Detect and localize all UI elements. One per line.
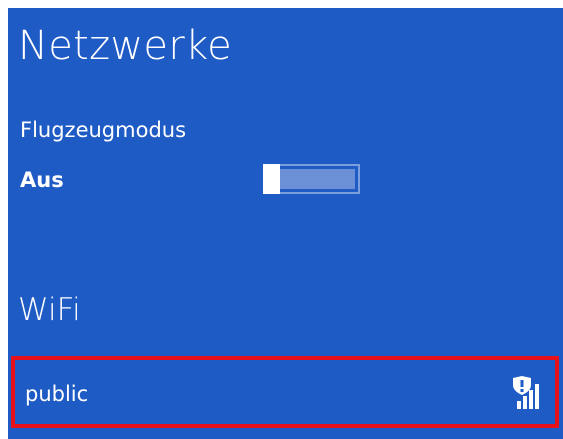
network-settings-panel: Netzwerke Flugzeugmodus Aus WiFi public <box>8 8 563 439</box>
wifi-network-name: public <box>25 382 89 406</box>
page-title: Netzwerke <box>18 23 233 69</box>
wifi-signal-warning-icon <box>511 376 543 410</box>
wifi-network-item[interactable]: public <box>11 356 559 428</box>
airplane-mode-toggle[interactable] <box>263 164 360 194</box>
wifi-signal-svg <box>513 376 539 409</box>
airplane-mode-label: Flugzeugmodus <box>20 118 187 142</box>
wifi-section-title: WiFi <box>18 292 81 328</box>
signal-bar-4 <box>535 384 539 409</box>
airplane-mode-state: Aus <box>20 168 64 192</box>
signal-bar-1 <box>517 401 521 409</box>
toggle-thumb[interactable] <box>263 164 280 194</box>
toggle-track <box>280 169 355 189</box>
exclamation-dot <box>520 389 524 392</box>
exclamation-bar <box>520 380 524 387</box>
signal-bar-2 <box>523 396 527 409</box>
signal-bar-3 <box>529 390 533 409</box>
